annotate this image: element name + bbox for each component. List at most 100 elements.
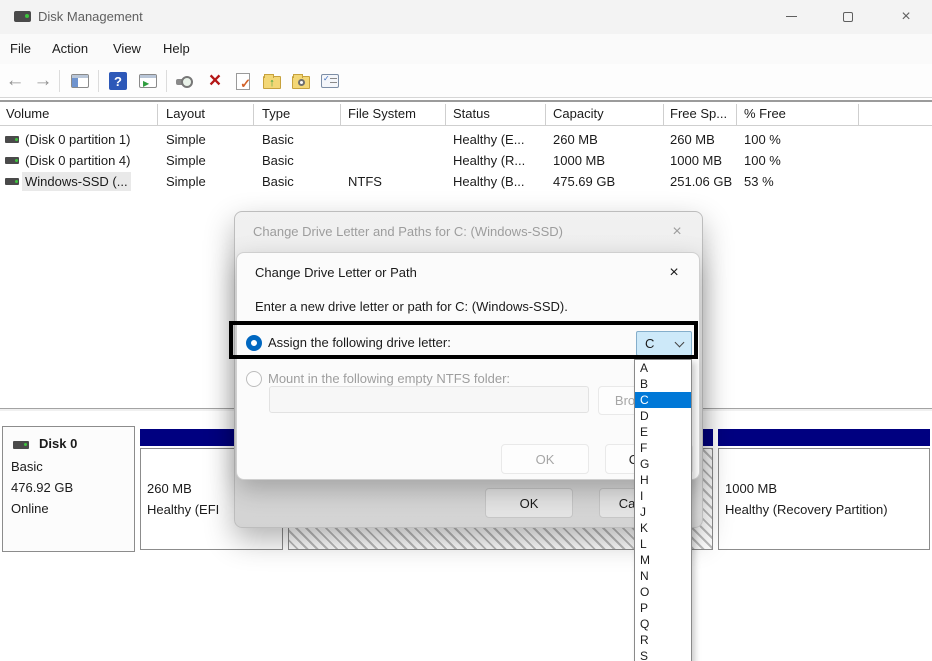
drive-letter-option[interactable]: S [635, 648, 691, 661]
menu-bar: File Action View Help [0, 34, 932, 64]
menu-help[interactable]: Help [157, 34, 196, 64]
explore-folder-button[interactable] [289, 69, 313, 93]
dialog-close-button[interactable]: × [664, 220, 690, 244]
drive-letter-option[interactable]: A [635, 360, 691, 376]
disk-management-app-icon [14, 11, 31, 22]
cell-layout: Simple [166, 129, 206, 150]
cell-file-system: NTFS [348, 171, 382, 192]
disk0-header-panel[interactable]: Disk 0 Basic 476.92 GB Online [2, 426, 135, 552]
column-header-capacity[interactable]: Capacity [553, 102, 604, 126]
column-header-file-system[interactable]: File System [348, 102, 416, 126]
drive-letter-option[interactable]: P [635, 600, 691, 616]
cell-status: Healthy (E... [453, 129, 525, 150]
table-row[interactable]: (Disk 0 partition 4) Simple Basic Health… [0, 150, 932, 171]
close-icon: × [669, 264, 678, 282]
drive-letter-option[interactable]: H [635, 472, 691, 488]
back-icon: ← [6, 69, 25, 93]
disk-status: Online [11, 499, 49, 519]
delete-button[interactable]: × [203, 69, 227, 93]
partition-color-bar [718, 429, 930, 446]
drive-letter-option[interactable]: E [635, 424, 691, 440]
column-header-volume[interactable]: Volume [6, 102, 49, 126]
drive-letter-option[interactable]: N [635, 568, 691, 584]
dialog-close-button[interactable]: × [661, 261, 687, 285]
properties-button[interactable]: ✓ [231, 69, 255, 93]
volume-name: (Disk 0 partition 1) [22, 130, 133, 149]
drive-letter-option-selected[interactable]: C [635, 392, 691, 408]
drive-letter-option[interactable]: J [635, 504, 691, 520]
dialog-title: Change Drive Letter or Path [255, 253, 417, 293]
menu-view[interactable]: View [107, 34, 147, 64]
column-separator [545, 104, 546, 125]
minimize-icon [786, 16, 797, 17]
cell-type: Basic [262, 129, 294, 150]
column-separator [858, 104, 859, 125]
cell-capacity: 1000 MB [553, 150, 605, 171]
help-button[interactable]: ? [106, 69, 130, 93]
table-row-selected[interactable]: Windows-SSD (... Simple Basic NTFS Healt… [0, 171, 932, 192]
column-separator [157, 104, 158, 125]
attach-vhd-button[interactable] [173, 69, 197, 93]
back-button[interactable]: ← [3, 69, 27, 93]
partition-size: 1000 MB [725, 479, 777, 499]
selected-drive-letter: C [645, 332, 654, 355]
forward-button[interactable]: → [31, 69, 55, 93]
table-row[interactable]: (Disk 0 partition 1) Simple Basic Health… [0, 129, 932, 150]
column-header-free-space[interactable]: Free Sp... [670, 102, 727, 126]
disk-management-window: Disk Management × File Action View Help … [0, 0, 932, 661]
drive-letter-option[interactable]: L [635, 536, 691, 552]
chevron-down-icon [675, 338, 685, 348]
cell-capacity: 260 MB [553, 129, 598, 150]
ok-button[interactable]: OK [485, 488, 573, 518]
open-folder-button[interactable]: ↑ [260, 69, 284, 93]
cell-type: Basic [262, 150, 294, 171]
mount-folder-radio[interactable] [246, 371, 262, 387]
maximize-button[interactable] [825, 0, 871, 33]
close-icon: × [672, 223, 681, 241]
drive-letter-combobox[interactable]: C [636, 331, 692, 356]
drive-letter-option[interactable]: F [635, 440, 691, 456]
cell-layout: Simple [166, 150, 206, 171]
title-bar: Disk Management × [0, 0, 932, 34]
drive-letter-option[interactable]: O [635, 584, 691, 600]
mount-path-input[interactable] [269, 386, 589, 413]
ok-button[interactable]: OK [501, 444, 589, 474]
partition-recovery[interactable]: 1000 MB Healthy (Recovery Partition) [718, 426, 930, 552]
cell-pct-free: 100 % [744, 129, 781, 150]
drive-letter-option[interactable]: R [635, 632, 691, 648]
toolbar-separator [98, 70, 99, 92]
column-separator [253, 104, 254, 125]
drive-letter-option[interactable]: B [635, 376, 691, 392]
volume-name: (Disk 0 partition 4) [22, 151, 133, 170]
menu-file[interactable]: File [4, 34, 37, 64]
console-tree-icon [71, 74, 89, 88]
drive-letter-option[interactable]: M [635, 552, 691, 568]
column-header-status[interactable]: Status [453, 102, 490, 126]
partition-status: Healthy (Recovery Partition) [725, 500, 888, 520]
volume-icon [5, 157, 19, 164]
mount-folder-label: Mount in the following empty NTFS folder… [268, 371, 510, 387]
assign-drive-letter-radio[interactable] [246, 335, 262, 351]
column-header-type[interactable]: Type [262, 102, 290, 126]
menu-action[interactable]: Action [46, 34, 94, 64]
column-header-pct-free[interactable]: % Free [744, 102, 786, 126]
volume-icon [5, 136, 19, 143]
cell-capacity: 475.69 GB [553, 171, 615, 192]
checklist-button[interactable]: ✓ [318, 69, 342, 93]
column-header-layout[interactable]: Layout [166, 102, 205, 126]
console-tree-button[interactable] [68, 69, 92, 93]
action-pane-button[interactable]: ▶ [136, 69, 160, 93]
folder-up-icon: ↑ [263, 76, 281, 89]
cell-status: Healthy (B... [453, 171, 525, 192]
drive-letter-option[interactable]: Q [635, 616, 691, 632]
window-title: Disk Management [38, 0, 143, 34]
close-button[interactable]: × [883, 0, 929, 33]
drive-letter-option[interactable]: G [635, 456, 691, 472]
partition-body: 1000 MB Healthy (Recovery Partition) [718, 448, 930, 550]
drive-letter-option[interactable]: K [635, 520, 691, 536]
drive-letter-option[interactable]: I [635, 488, 691, 504]
drive-letter-option[interactable]: D [635, 408, 691, 424]
toolbar-separator [59, 70, 60, 92]
minimize-button[interactable] [768, 0, 814, 33]
cell-layout: Simple [166, 171, 206, 192]
